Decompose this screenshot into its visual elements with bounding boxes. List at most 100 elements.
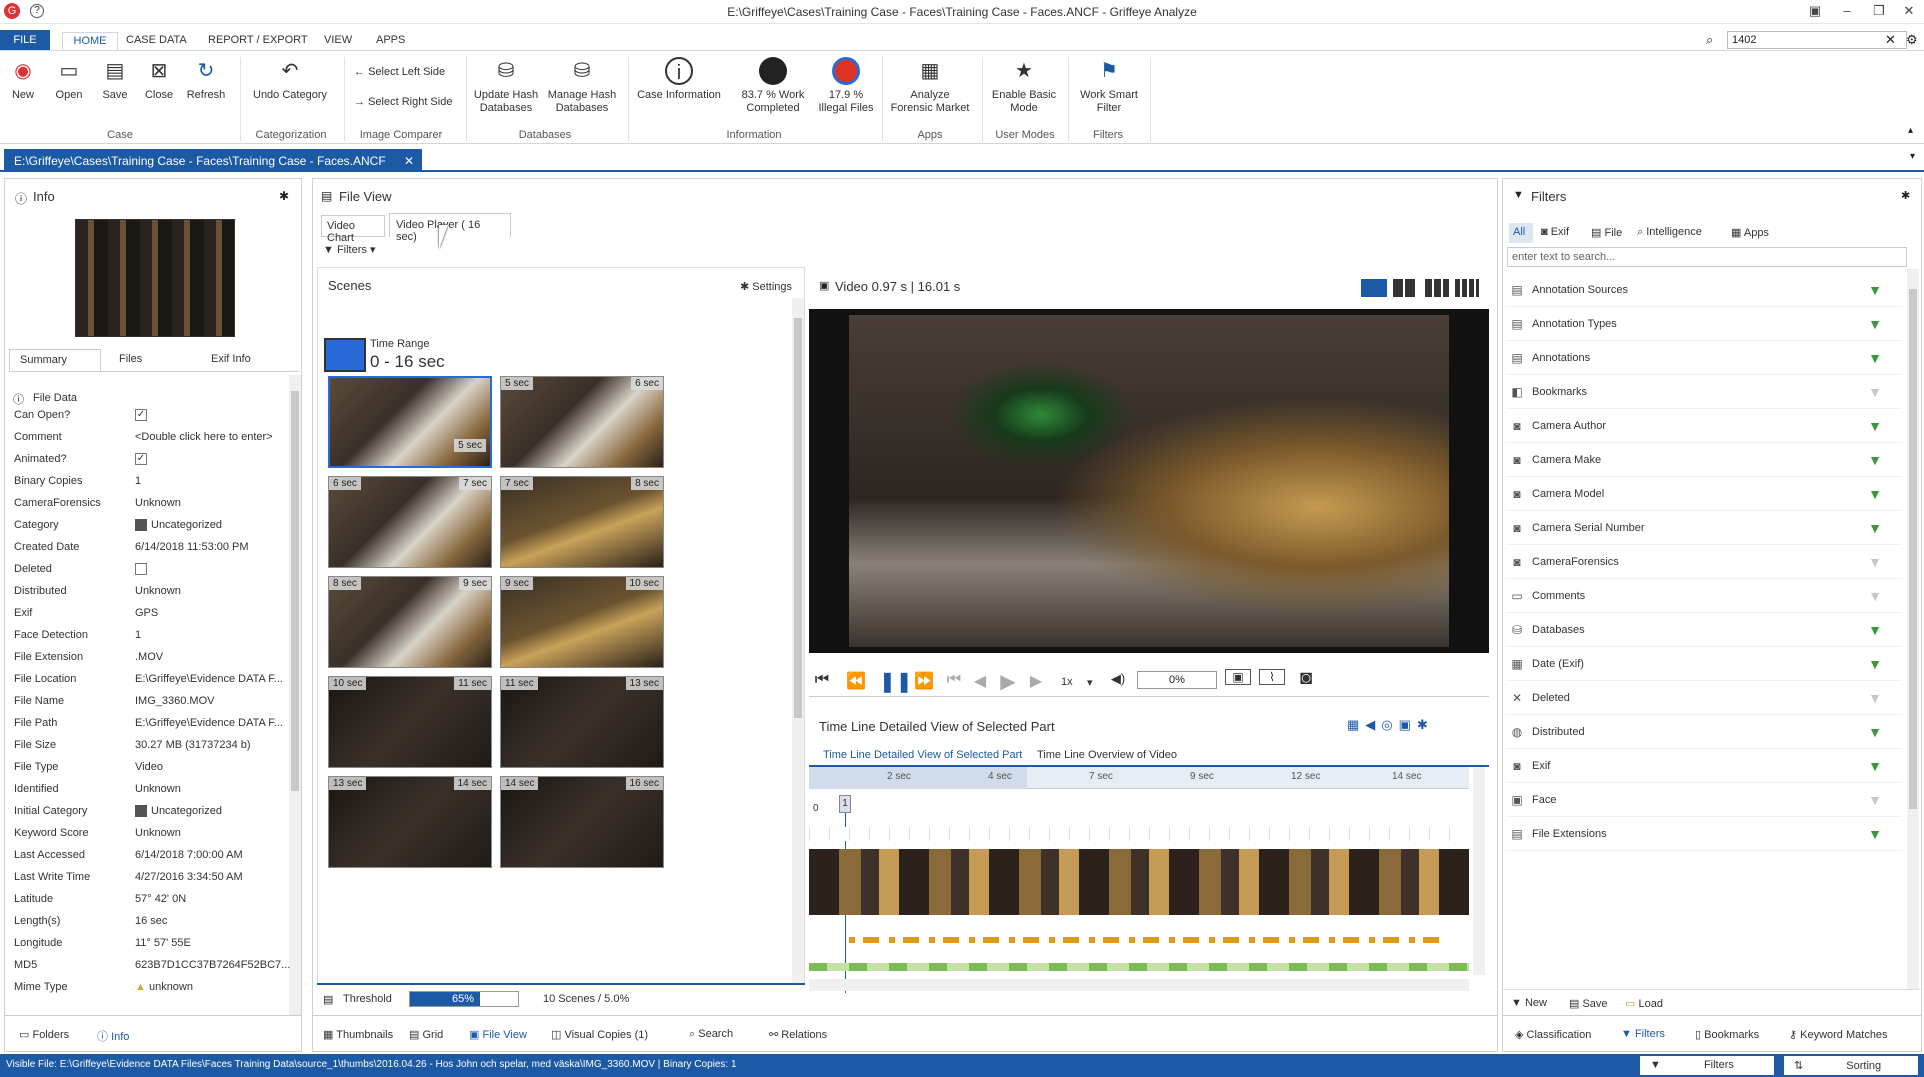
tab-info-bottom[interactable]: ⓘ Info bbox=[97, 1028, 129, 1044]
add-filter-icon[interactable]: ▼ bbox=[1868, 520, 1882, 536]
tab-home[interactable]: HOME bbox=[62, 32, 118, 50]
layout-4x4-button[interactable] bbox=[1455, 279, 1479, 297]
restore-layout-icon[interactable]: ▣ bbox=[1804, 3, 1826, 19]
close-tab-icon[interactable]: ✕ bbox=[404, 154, 414, 168]
playback-speed-dropdown[interactable]: 1x bbox=[1061, 676, 1073, 688]
save-filter-button[interactable]: ▤ Save bbox=[1569, 997, 1608, 1010]
status-filters-button[interactable]: ▼ Filters bbox=[1640, 1056, 1774, 1075]
add-filter-icon[interactable]: ▼ bbox=[1868, 486, 1882, 502]
threshold-slider[interactable]: 65% bbox=[409, 991, 519, 1007]
filter-list-scrollbar[interactable] bbox=[1907, 269, 1919, 989]
filter-item[interactable]: ◙ Exif ▼ bbox=[1506, 749, 1902, 783]
tab-folders[interactable]: ▭ Folders bbox=[19, 1028, 69, 1041]
case-information-button[interactable]: i Case Information bbox=[634, 57, 724, 102]
play-icon[interactable]: ▶ bbox=[997, 669, 1019, 694]
filter-item[interactable]: ◙ Camera Make ▼ bbox=[1506, 443, 1902, 477]
add-filter-icon[interactable]: ▼ bbox=[1868, 826, 1882, 842]
filter-item[interactable]: ▤ Annotation Types ▼ bbox=[1506, 307, 1902, 341]
undo-category-button[interactable]: ↶ Undo Category bbox=[250, 57, 330, 102]
new-filter-button[interactable]: ▼ New bbox=[1511, 997, 1547, 1009]
export-frame-icon[interactable]: ▣ bbox=[1225, 669, 1251, 685]
filter-search-input[interactable]: enter text to search... bbox=[1507, 247, 1907, 267]
tab-apps[interactable]: APPS bbox=[368, 32, 413, 50]
scenes-scrollbar[interactable] bbox=[792, 298, 804, 1012]
filter-item[interactable]: ◧ Bookmarks ▼ bbox=[1506, 375, 1902, 409]
layout-single-button[interactable] bbox=[1361, 279, 1387, 297]
maximize-button[interactable]: ❐ bbox=[1868, 3, 1890, 19]
analyze-forensic-market-button[interactable]: ▦ Analyze Forensic Market bbox=[888, 57, 972, 115]
add-filter-icon[interactable]: ▼ bbox=[1868, 758, 1882, 774]
add-filter-icon[interactable]: ▼ bbox=[1868, 690, 1882, 706]
speed-chevron-icon[interactable]: ▾ bbox=[1087, 676, 1093, 689]
playhead-marker[interactable]: 1 bbox=[839, 795, 851, 813]
tab-view[interactable]: VIEW bbox=[316, 32, 360, 50]
document-tab[interactable]: E:\Griffeye\Cases\Training Case - Faces\… bbox=[4, 149, 422, 172]
load-filter-button[interactable]: ▭ Load bbox=[1625, 997, 1663, 1010]
filter-item[interactable]: ◙ Camera Serial Number ▼ bbox=[1506, 511, 1902, 545]
video-frame[interactable] bbox=[809, 309, 1489, 653]
skip-to-start-icon[interactable]: ⏮ bbox=[811, 671, 833, 689]
filter-tab-all[interactable]: All bbox=[1509, 223, 1533, 243]
checkbox-checked[interactable]: ✓ bbox=[135, 453, 147, 466]
filter-item[interactable]: ◙ CameraForensics ▼ bbox=[1506, 545, 1902, 579]
add-filter-icon[interactable]: ▼ bbox=[1868, 554, 1882, 570]
close-case-button[interactable]: ⊠ Close bbox=[140, 57, 178, 102]
filter-item[interactable]: ◍ Distributed ▼ bbox=[1506, 715, 1902, 749]
scene-thumbnail[interactable]: 8 sec 9 sec bbox=[328, 576, 492, 668]
scene-thumbnail[interactable]: 14 sec 16 sec bbox=[500, 776, 664, 868]
save-button[interactable]: ▤ Save bbox=[96, 57, 134, 102]
illegal-files-button[interactable]: 17.9 % Illegal Files bbox=[818, 57, 874, 115]
collapse-ribbon-icon[interactable]: ▴ bbox=[1908, 125, 1913, 136]
tab-thumbnails[interactable]: ▦ Thumbnails bbox=[323, 1028, 393, 1041]
filter-tab-apps[interactable]: ▦ Apps bbox=[1731, 226, 1769, 239]
add-filter-icon[interactable]: ▼ bbox=[1868, 452, 1882, 468]
clear-search-icon[interactable]: ✕ bbox=[1885, 32, 1896, 48]
timeline-tool-icons[interactable]: ▦◀◎▣✱ bbox=[1347, 717, 1434, 733]
chart-view-icon[interactable]: ⌇ bbox=[1259, 669, 1285, 685]
scene-thumbnail[interactable]: 9 sec 10 sec bbox=[500, 576, 664, 668]
tab-report-export[interactable]: REPORT / EXPORT bbox=[200, 32, 316, 50]
add-filter-icon[interactable]: ▼ bbox=[1868, 622, 1882, 638]
scenes-scroll-thumb[interactable] bbox=[794, 318, 802, 718]
tab-filters-bottom[interactable]: ▼ Filters bbox=[1621, 1028, 1665, 1040]
add-filter-icon[interactable]: ▼ bbox=[1868, 724, 1882, 740]
filter-tab-intelligence[interactable]: ⌕ Intelligence bbox=[1637, 226, 1702, 239]
fast-forward-icon[interactable]: ⏩ bbox=[913, 671, 935, 691]
filter-tab-file[interactable]: ▤ File bbox=[1591, 226, 1622, 239]
filter-item[interactable]: ▤ Annotation Sources ▼ bbox=[1506, 273, 1902, 307]
scene-thumbnail[interactable]: 5 sec 6 sec bbox=[500, 376, 664, 468]
filter-tab-exif[interactable]: ◙ Exif bbox=[1541, 226, 1569, 238]
rewind-icon[interactable]: ⏪ bbox=[845, 671, 867, 691]
scene-thumbnail[interactable]: 6 sec 7 sec bbox=[328, 476, 492, 568]
filter-item[interactable]: ▣ Face ▼ bbox=[1506, 783, 1902, 817]
status-sorting-button[interactable]: ⇅ Sorting bbox=[1784, 1056, 1918, 1075]
volume-progress-field[interactable]: 0% bbox=[1137, 671, 1217, 689]
filter-item[interactable]: ▦ Date (Exif) ▼ bbox=[1506, 647, 1902, 681]
update-hash-databases-button[interactable]: ⛁ Update Hash Databases bbox=[472, 57, 540, 115]
tab-overflow-icon[interactable]: ▾ bbox=[1910, 151, 1915, 162]
filter-item[interactable]: ◙ Camera Model ▼ bbox=[1506, 477, 1902, 511]
new-button[interactable]: ◉ New bbox=[4, 57, 42, 102]
filters-pin-icon[interactable]: ✱ bbox=[1901, 189, 1910, 202]
manage-hash-databases-button[interactable]: ⛁ Manage Hash Databases bbox=[546, 57, 618, 115]
add-filter-icon[interactable]: ▼ bbox=[1868, 316, 1882, 332]
scene-thumbnail[interactable]: 11 sec 13 sec bbox=[500, 676, 664, 768]
checkbox-checked[interactable]: ✓ bbox=[135, 409, 147, 422]
select-left-side-button[interactable]: ← Select Left Side bbox=[354, 66, 445, 78]
filter-item[interactable]: ▭ Comments ▼ bbox=[1506, 579, 1902, 613]
filter-item[interactable]: ◙ Camera Author ▼ bbox=[1506, 409, 1902, 443]
open-button[interactable]: ▭ Open bbox=[50, 57, 88, 102]
add-filter-icon[interactable]: ▼ bbox=[1868, 792, 1882, 808]
filters-dropdown[interactable]: ▼ Filters ▾ bbox=[323, 243, 375, 256]
tab-search[interactable]: ⌕ Search bbox=[689, 1028, 733, 1041]
refresh-button[interactable]: ↻ Refresh bbox=[184, 57, 228, 102]
scene-thumbnail[interactable]: 13 sec 14 sec bbox=[328, 776, 492, 868]
filter-scroll-thumb[interactable] bbox=[1909, 289, 1917, 809]
scene-thumbnail[interactable]: 7 sec 8 sec bbox=[500, 476, 664, 568]
tab-visual-copies[interactable]: ◫ Visual Copies (1) bbox=[551, 1028, 648, 1041]
step-forward-icon[interactable]: ▶ bbox=[1025, 671, 1047, 691]
pause-icon[interactable]: ❚❚ bbox=[879, 669, 913, 694]
tab-grid[interactable]: ▤ Grid bbox=[409, 1028, 443, 1041]
scenes-settings-button[interactable]: ✱ Settings bbox=[740, 280, 792, 293]
close-window-button[interactable]: ✕ bbox=[1898, 3, 1920, 19]
